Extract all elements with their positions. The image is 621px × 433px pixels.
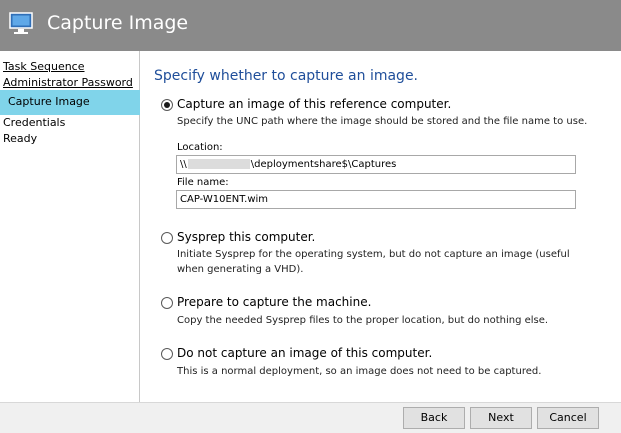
capture-image-description: Specify the UNC path where the image sho…	[177, 116, 588, 127]
sidebar-item-administrator-password[interactable]: Administrator Password	[3, 75, 133, 90]
prepare-capture-radio[interactable]	[161, 297, 173, 309]
location-prefix: \\	[180, 159, 187, 170]
sidebar-item-capture-image: Capture Image	[0, 90, 140, 115]
title-bar: Capture Image	[0, 0, 621, 51]
monitor-icon	[8, 11, 36, 37]
sidebar-item-credentials: Credentials	[3, 116, 66, 129]
cancel-button[interactable]: Cancel	[537, 407, 599, 429]
sysprep-description: Initiate Sysprep for the operating syste…	[177, 249, 570, 275]
next-button[interactable]: Next	[470, 407, 532, 429]
page-heading: Specify whether to capture an image.	[154, 68, 419, 84]
location-label: Location:	[177, 142, 223, 153]
main-panel: Specify whether to capture an image. Cap…	[141, 51, 621, 402]
prepare-capture-description: Copy the needed Sysprep files to the pro…	[177, 315, 549, 326]
capture-image-radio[interactable]	[161, 99, 173, 111]
sidebar-item-task-sequence[interactable]: Task Sequence	[3, 59, 85, 74]
capture-image-label[interactable]: Capture an image of this reference compu…	[177, 97, 451, 111]
filename-field[interactable]: CAP-W10ENT.wim	[176, 190, 576, 209]
location-suffix: \deploymentshare$\Captures	[250, 159, 397, 170]
no-capture-description: This is a normal deployment, so an image…	[177, 366, 542, 377]
back-button[interactable]: Back	[403, 407, 465, 429]
location-field[interactable]: \\ \deploymentshare$\Captures	[176, 155, 576, 174]
no-capture-label[interactable]: Do not capture an image of this computer…	[177, 346, 432, 360]
sidebar-item-label: Capture Image	[8, 95, 90, 108]
sidebar-item-ready: Ready	[3, 132, 38, 145]
window-title: Capture Image	[47, 12, 189, 34]
sysprep-radio[interactable]	[161, 232, 173, 244]
redacted-server-name	[187, 159, 250, 169]
prepare-capture-label[interactable]: Prepare to capture the machine.	[177, 295, 371, 309]
sysprep-label[interactable]: Sysprep this computer.	[177, 230, 315, 244]
wizard-footer: Back Next Cancel	[0, 402, 621, 433]
wizard-sidebar: Task Sequence Administrator Password Cap…	[0, 51, 140, 402]
no-capture-radio[interactable]	[161, 348, 173, 360]
filename-label: File name:	[177, 177, 229, 188]
